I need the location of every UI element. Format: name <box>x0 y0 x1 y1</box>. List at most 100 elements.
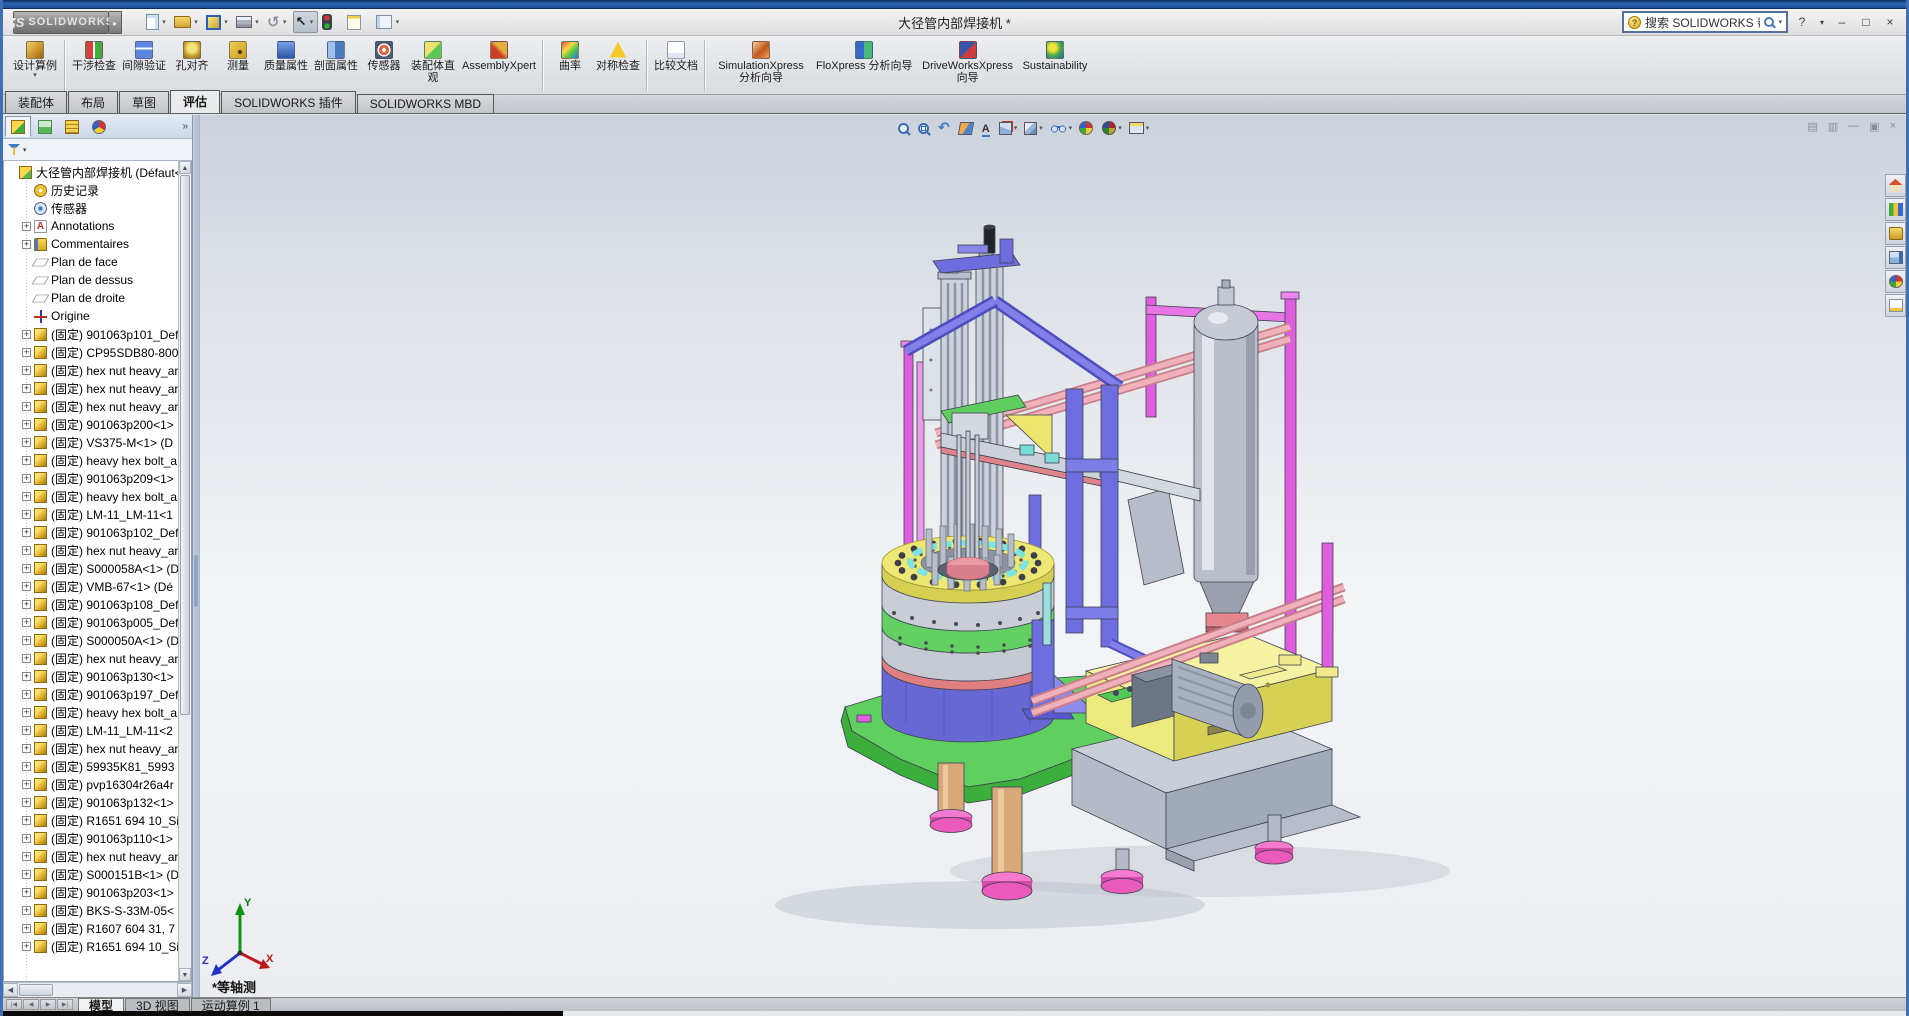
tree-item[interactable]: (固定) LM-11_LM-11<2 <box>4 721 178 739</box>
search-dropdown-caret[interactable]: ▾ <box>1778 18 1782 26</box>
tree-item[interactable]: (固定) S000151B<1> (D <box>4 865 178 883</box>
command-tab[interactable]: SOLIDWORKS MBD <box>357 94 494 113</box>
ribbon-button[interactable]: 对称检查 <box>593 39 643 92</box>
tree-item[interactable]: Plan de droite <box>4 289 178 307</box>
quick-tool-button[interactable]: ▾ <box>172 15 202 29</box>
scroll-thumb[interactable] <box>180 175 190 715</box>
tree-item[interactable]: (固定) BKS-S-33M-05< <box>4 901 178 919</box>
ribbon-button[interactable]: FloXpress 分析向导 <box>813 39 916 92</box>
expand-icon[interactable] <box>22 654 31 663</box>
tree-item[interactable]: (固定) VS375-M<1> (D <box>4 433 178 451</box>
help[interactable]: ? <box>1794 15 1810 29</box>
tree-item[interactable]: (固定) 901063p197_Def <box>4 685 178 703</box>
tree-item[interactable]: (固定) hex nut heavy_ar <box>4 361 178 379</box>
sheet-nav-button[interactable]: |◀ <box>6 999 22 1010</box>
expand-icon[interactable] <box>22 564 31 573</box>
command-tab[interactable]: SOLIDWORKS 插件 <box>221 91 356 113</box>
expand-icon[interactable] <box>22 798 31 807</box>
tree-item[interactable]: (固定) 901063p005_Def <box>4 613 178 631</box>
tree-item[interactable]: (固定) hex nut heavy_ar <box>4 847 178 865</box>
close[interactable]: × <box>1882 15 1898 29</box>
tree-item[interactable]: (固定) hex nut heavy_ar <box>4 739 178 757</box>
command-tab[interactable]: 布局 <box>68 91 118 113</box>
view-tool-button[interactable] <box>938 119 952 137</box>
ribbon-button[interactable]: 测量 <box>215 39 261 92</box>
sheet-nav-button[interactable]: ▶ <box>40 999 56 1010</box>
expand-icon[interactable] <box>22 510 31 519</box>
ribbon-button[interactable]: 装配体直观 <box>407 39 459 92</box>
ribbon-button[interactable]: 质量属性 <box>261 39 311 92</box>
tree-item[interactable]: (固定) S000050A<1> (D <box>4 631 178 649</box>
command-tab[interactable]: 草图 <box>119 91 169 113</box>
task-pane-button[interactable] <box>1885 294 1906 317</box>
minimize[interactable]: – <box>1834 15 1850 29</box>
task-pane-button[interactable] <box>1885 246 1906 269</box>
task-pane-button[interactable] <box>1885 198 1906 221</box>
ribbon-button[interactable]: AssemblyXpert <box>459 39 539 92</box>
ribbon-button[interactable]: 间隙验证 <box>119 39 169 92</box>
tree-item[interactable]: (固定) heavy hex bolt_a <box>4 451 178 469</box>
expand-icon[interactable] <box>22 366 31 375</box>
ribbon-button[interactable]: 曲率 <box>547 39 593 92</box>
panel-tab[interactable] <box>32 116 58 137</box>
filter-funnel-icon[interactable] <box>8 144 20 155</box>
quick-tool-button[interactable]: ▾ <box>293 11 319 33</box>
quick-tool-button[interactable]: ▾ <box>234 15 263 29</box>
expand-icon[interactable] <box>22 636 31 645</box>
ribbon-button[interactable]: 比较文档 <box>651 39 701 92</box>
ribbon-button[interactable]: 传感器 <box>361 39 407 92</box>
expand-icon[interactable] <box>22 420 31 429</box>
tree-item[interactable]: (固定) VMB-67<1> (Dé <box>4 577 178 595</box>
expand-icon[interactable] <box>22 726 31 735</box>
view-tool-button[interactable]: ▾ <box>999 122 1018 135</box>
quick-tool-button[interactable] <box>345 14 372 31</box>
expand-icon[interactable] <box>22 528 31 537</box>
expand-icon[interactable] <box>22 438 31 447</box>
tree-item[interactable]: (固定) 901063p102_Def <box>4 523 178 541</box>
tree-item[interactable]: 传感器 <box>4 199 178 217</box>
expand-icon[interactable] <box>22 906 31 915</box>
panel-tab[interactable] <box>86 116 112 137</box>
tree-item[interactable]: (固定) hex nut heavy_ar <box>4 541 178 559</box>
expand-icon[interactable] <box>22 240 31 249</box>
tree-item[interactable]: (固定) hex nut heavy_ar <box>4 397 178 415</box>
quick-tool-button[interactable]: ▾ <box>144 13 170 31</box>
tree-item[interactable]: (固定) R1607 604 31, 7 <box>4 919 178 937</box>
panel-overflow-chevron[interactable]: » <box>182 121 188 132</box>
graphics-viewport[interactable]: ▾ ▾ ▾ <box>200 115 1906 997</box>
expand-icon[interactable] <box>22 816 31 825</box>
tree-item[interactable]: (固定) hex nut heavy_ar <box>4 379 178 397</box>
expand-icon[interactable] <box>22 852 31 861</box>
model-canvas[interactable] <box>200 115 1906 997</box>
expand-icon[interactable] <box>22 348 31 357</box>
expand-icon[interactable] <box>22 744 31 753</box>
expand-icon[interactable] <box>22 672 31 681</box>
quick-tool-button[interactable]: ▾ <box>265 12 291 33</box>
expand-icon[interactable] <box>22 888 31 897</box>
tree-item[interactable]: (固定) LM-11_LM-11<1 <box>4 505 178 523</box>
tile-left[interactable]: ▤ <box>1807 120 1817 133</box>
sheet-nav-button[interactable]: ◀ <box>23 999 39 1010</box>
expand-icon[interactable] <box>22 834 31 843</box>
panel-tab[interactable] <box>59 116 85 137</box>
tree-item[interactable]: (固定) S000058A<1> (D <box>4 559 178 577</box>
tree-item[interactable]: Plan de dessus <box>4 271 178 289</box>
expand-icon[interactable] <box>22 492 31 501</box>
tree-item[interactable]: 大径管内部焊接机 (Défaut< <box>4 163 178 181</box>
bottom-tab[interactable]: 模型 <box>78 998 124 1011</box>
expand-icon[interactable] <box>22 582 31 591</box>
ribbon-button[interactable]: Sustainability <box>1020 39 1091 92</box>
expand-icon[interactable] <box>22 330 31 339</box>
quick-tool-button[interactable]: ▾ <box>204 14 232 31</box>
tree-item[interactable]: (固定) R1651 694 10_Si <box>4 937 178 955</box>
help-dropdown[interactable]: ▾ <box>1818 18 1826 27</box>
help-search[interactable]: ? 搜索 SOLIDWORKS 帮助 ▾ <box>1622 11 1788 33</box>
task-pane-button[interactable] <box>1885 174 1906 197</box>
bottom-tab[interactable]: 3D 视图 <box>125 998 190 1011</box>
tree-item[interactable]: (固定) 901063p203<1> <box>4 883 178 901</box>
tree-item[interactable]: (固定) 901063p130<1> <box>4 667 178 685</box>
maximize[interactable]: □ <box>1858 15 1874 29</box>
view-tool-button[interactable] <box>959 122 975 135</box>
scroll-left-arrow[interactable]: ◀ <box>3 983 18 997</box>
expand-icon[interactable] <box>22 870 31 879</box>
